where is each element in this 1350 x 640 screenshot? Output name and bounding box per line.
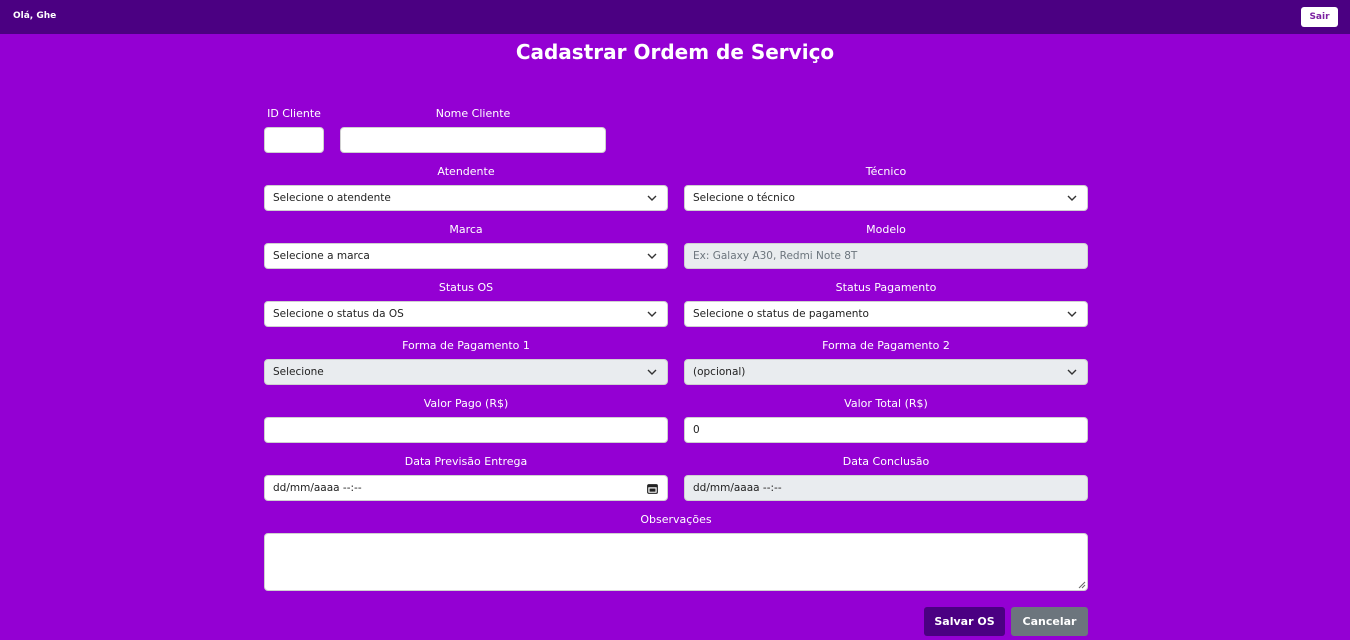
forma-pagamento-1-selected-value: Selecione [273,366,324,378]
chevron-down-icon [1067,195,1077,201]
cancel-button[interactable]: Cancelar [1011,607,1088,636]
atendente-selected-value: Selecione o atendente [273,192,391,204]
tecnico-selected-value: Selecione o técnico [693,192,795,204]
valor-total-label: Valor Total (R$) [844,397,928,410]
forma-pagamento-2-select[interactable]: (opcional) [684,359,1088,385]
marca-select[interactable]: Selecione a marca [264,243,668,269]
id-cliente-label: ID Cliente [267,107,321,120]
modelo-input[interactable]: Ex: Galaxy A30, Redmi Note 8T [684,243,1088,269]
observacoes-label: Observações [640,513,712,526]
atendente-label: Atendente [437,165,495,178]
data-previsao-input[interactable]: dd/mm/aaaa --:-- [264,475,668,501]
data-conclusao-label: Data Conclusão [842,455,930,468]
page-title: Cadastrar Ordem de Serviço [515,40,835,64]
valor-pago-label: Valor Pago (R$) [423,397,509,410]
forma-pagamento-1-label: Forma de Pagamento 1 [402,339,530,352]
id-cliente-input[interactable] [264,127,324,153]
nome-cliente-input[interactable] [340,127,606,153]
chevron-down-icon [647,369,657,375]
status-pagamento-label: Status Pagamento [835,281,937,294]
forma-pagamento-2-label: Forma de Pagamento 2 [822,339,950,352]
forma-pagamento-2-selected-value: (opcional) [693,366,746,378]
status-os-selected-value: Selecione o status da OS [273,308,404,320]
calendar-icon[interactable] [647,483,658,494]
modelo-label: Modelo [866,223,906,236]
observacoes-textarea[interactable] [264,533,1088,591]
forma-pagamento-1-select[interactable]: Selecione [264,359,668,385]
user-greeting: Olá, Ghe [13,11,57,21]
status-os-select[interactable]: Selecione o status da OS [264,301,668,327]
nome-cliente-label: Nome Cliente [435,107,511,120]
resize-handle-icon[interactable] [1078,581,1086,589]
data-previsao-label: Data Previsão Entrega [404,455,528,468]
tecnico-label: Técnico [865,165,907,178]
tecnico-select[interactable]: Selecione o técnico [684,185,1088,211]
save-button[interactable]: Salvar OS [924,607,1005,636]
chevron-down-icon [1067,369,1077,375]
valor-pago-input[interactable] [264,417,668,443]
data-previsao-value: dd/mm/aaaa --:-- [273,482,362,494]
top-bar: Olá, Ghe Sair [0,0,1350,34]
modelo-placeholder: Ex: Galaxy A30, Redmi Note 8T [693,250,858,262]
valor-total-input[interactable]: 0 [684,417,1088,443]
chevron-down-icon [647,195,657,201]
status-pagamento-select[interactable]: Selecione o status de pagamento [684,301,1088,327]
status-os-label: Status OS [438,281,494,294]
status-pagamento-selected-value: Selecione o status de pagamento [693,308,869,320]
marca-label: Marca [449,223,483,236]
data-conclusao-value: dd/mm/aaaa --:-- [693,482,782,494]
marca-selected-value: Selecione a marca [273,250,370,262]
logout-button[interactable]: Sair [1301,7,1338,27]
chevron-down-icon [647,311,657,317]
chevron-down-icon [1067,311,1077,317]
atendente-select[interactable]: Selecione o atendente [264,185,668,211]
chevron-down-icon [647,253,657,259]
data-conclusao-input[interactable]: dd/mm/aaaa --:-- [684,475,1088,501]
